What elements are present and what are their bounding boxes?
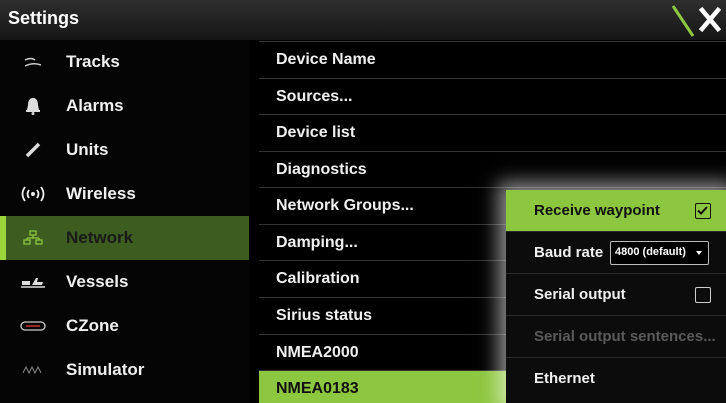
sidebar-item-label: Wireless (66, 184, 136, 203)
close-icon[interactable] (696, 3, 724, 35)
menu-item-label: NMEA0183 (276, 380, 359, 397)
receive-waypoint-label: Receive waypoint (534, 202, 660, 219)
menu-item-device-list[interactable]: Device list (259, 114, 726, 151)
settings-sidebar: Tracks Alarms Units Wireless Network Ves… (0, 40, 249, 403)
sidebar-item-label: Network (66, 228, 134, 247)
serial-output-sentences-label: Serial output sentences... (534, 328, 716, 345)
serial-output-checkbox[interactable] (695, 287, 711, 303)
simulator-icon (16, 348, 50, 392)
bell-icon (16, 84, 50, 128)
menu-item-label: Device list (276, 124, 356, 141)
sidebar-item-simulator[interactable]: Simulator (0, 348, 249, 392)
network-icon (16, 216, 50, 260)
wireless-icon (16, 172, 50, 216)
tracks-icon (16, 40, 50, 84)
menu-item-sources[interactable]: Sources... (259, 78, 726, 115)
menu-item-label: Sirius status (276, 307, 373, 324)
sidebar-item-tracks[interactable]: Tracks (0, 40, 249, 84)
vessels-icon (16, 260, 50, 304)
checkmark-icon (697, 206, 708, 215)
menu-item-label: Sources... (276, 88, 353, 105)
czone-icon (16, 304, 50, 348)
sidebar-item-label: Vessels (66, 272, 129, 291)
slash-divider-icon (671, 5, 695, 37)
sidebar-item-label: Simulator (66, 360, 145, 379)
sidebar-item-wireless[interactable]: Wireless (0, 172, 249, 216)
serial-output-label: Serial output (534, 286, 626, 303)
title-bar: Settings (0, 0, 726, 40)
sidebar-item-label: Alarms (66, 96, 124, 115)
sidebar-item-czone[interactable]: CZone (0, 304, 249, 348)
sidebar-item-vessels[interactable]: Vessels (0, 260, 249, 304)
menu-item-diagnostics[interactable]: Diagnostics (259, 151, 726, 188)
menu-item-label: Calibration (276, 270, 360, 287)
sidebar-item-label: Tracks (66, 52, 120, 71)
window-title: Settings (8, 8, 80, 28)
sidebar-item-label: CZone (66, 316, 119, 335)
nmea0183-options-popup: Receive waypoint Baud rate 4800 (default… (506, 190, 726, 403)
menu-item-label: Damping... (276, 234, 358, 251)
sidebar-item-units[interactable]: Units (0, 128, 249, 172)
receive-waypoint-row[interactable]: Receive waypoint (506, 190, 726, 232)
baud-rate-label: Baud rate (534, 244, 604, 261)
chevron-down-icon (696, 251, 702, 255)
menu-item-label: NMEA2000 (276, 344, 359, 361)
sidebar-item-label: Units (66, 140, 109, 159)
sidebar-item-alarms[interactable]: Alarms (0, 84, 249, 128)
menu-item-device-name[interactable]: Device Name (259, 41, 726, 78)
menu-item-label: Diagnostics (276, 161, 367, 178)
menu-item-label: Network Groups... (276, 197, 414, 214)
serial-output-sentences-row: Serial output sentences... (506, 316, 726, 358)
ethernet-label: Ethernet (534, 370, 595, 387)
ruler-icon (16, 128, 50, 172)
baud-rate-value: 4800 (default) (615, 246, 686, 258)
ethernet-row[interactable]: Ethernet (506, 358, 726, 400)
baud-rate-row: Baud rate 4800 (default) (506, 232, 726, 274)
receive-waypoint-checkbox[interactable] (695, 203, 711, 219)
sidebar-item-network[interactable]: Network (0, 216, 249, 260)
baud-rate-dropdown[interactable]: 4800 (default) (610, 241, 709, 265)
menu-item-label: Device Name (276, 51, 376, 68)
serial-output-row[interactable]: Serial output (506, 274, 726, 316)
